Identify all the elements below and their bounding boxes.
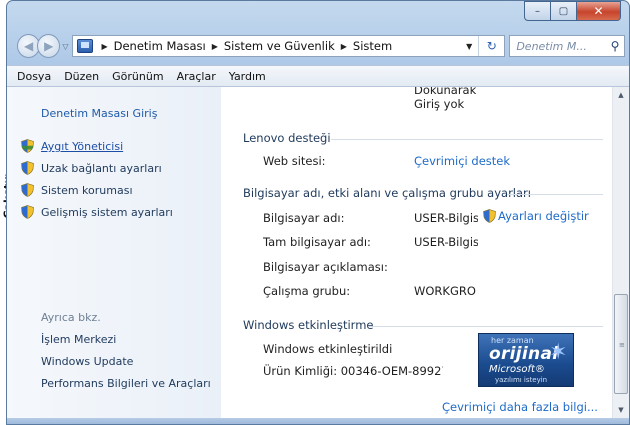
system-window: – ▢ ✕ ◀ ▶ ▽ ▶ Denetim Masası ▶ Sistem ve… <box>6 0 630 425</box>
support-section-title: Lenovo desteği <box>243 131 331 145</box>
close-button[interactable]: ✕ <box>577 1 621 21</box>
menu-tools[interactable]: Araçlar <box>177 70 216 83</box>
menu-edit[interactable]: Düzen <box>64 70 99 83</box>
badge-microsoft-text: Microsoft® <box>489 364 545 375</box>
sidebar-remote-settings[interactable]: Uzak bağlantı ayarları <box>41 162 162 175</box>
pen-touch-value-cut: Dokunarak <box>414 87 477 97</box>
menu-view[interactable]: Görünüm <box>112 70 163 83</box>
uac-shield-icon <box>483 209 496 223</box>
task-sidebar: Denetim Masası Giriş Aygıt Yöneticisi Uz… <box>7 87 221 418</box>
badge-main-text: orijinal <box>489 344 559 364</box>
sidebar-device-manager[interactable]: Aygıt Yöneticisi <box>41 140 123 153</box>
back-arrow-icon: ◀ <box>23 39 34 53</box>
change-settings-label: Ayarları değiştir <box>498 209 589 223</box>
search-placeholder: Denetim M... <box>516 39 587 53</box>
star-icon: ✶ <box>549 340 568 365</box>
computer-section-title: Bilgisayar adı, etki alanı ve çalışma gr… <box>243 186 531 200</box>
uac-shield-icon <box>21 139 34 153</box>
workgroup-value: WORKGRO <box>414 284 476 298</box>
control-panel-icon <box>77 39 94 53</box>
maximize-button[interactable]: ▢ <box>551 1 577 21</box>
menu-bar: Dosya Düzen Görünüm Araçlar Yardım <box>7 65 629 87</box>
forward-arrow-icon: ▶ <box>44 39 54 53</box>
menu-help[interactable]: Yardım <box>229 70 266 83</box>
system-details: Dokunarak Giriş yok Lenovo desteği Web s… <box>221 87 612 418</box>
scroll-thumb[interactable]: ≡ <box>614 294 628 394</box>
genuine-microsoft-badge[interactable]: her zaman orijinal Microsoft® yazılımı i… <box>478 333 574 387</box>
computer-name-value: USER-Bilgisa <box>414 211 478 225</box>
address-bar[interactable]: ▶ Denetim Masası ▶ Sistem ve Güvenlik ▶ … <box>72 35 506 57</box>
see-also-windows-update[interactable]: Windows Update <box>41 355 133 368</box>
navigation-bar: ◀ ▶ ▽ ▶ Denetim Masası ▶ Sistem ve Güven… <box>11 31 625 61</box>
sidebar-control-panel-home[interactable]: Denetim Masası Giriş <box>41 107 157 120</box>
refresh-button[interactable]: ↻ <box>478 36 504 56</box>
window-bottom-border <box>7 418 629 424</box>
sidebar-system-protection[interactable]: Sistem koruması <box>41 184 133 197</box>
vertical-scrollbar[interactable]: ▲ ≡ ▼ <box>612 87 629 418</box>
pen-touch-value: Giriş yok <box>414 97 465 111</box>
breadcrumb-system-security[interactable]: Sistem ve Güvenlik <box>224 39 335 53</box>
computer-description-label: Bilgisayar açıklaması: <box>263 260 388 274</box>
minimize-button[interactable]: – <box>524 1 551 21</box>
breadcrumb-control-panel[interactable]: Denetim Masası <box>114 39 206 53</box>
refresh-icon: ↻ <box>486 39 497 53</box>
content-area: Denetim Masası Giriş Aygıt Yöneticisi Uz… <box>7 87 629 418</box>
breadcrumb-separator[interactable]: ▶ <box>212 42 218 51</box>
address-dropdown-button[interactable]: ▼ <box>466 42 472 51</box>
computer-name-label: Bilgisayar adı: <box>263 211 345 225</box>
scroll-grip-icon: ≡ <box>619 341 625 349</box>
website-label: Web sitesi: <box>263 154 326 168</box>
see-also-heading: Ayrıca bkz. <box>41 311 101 324</box>
see-also-action-center[interactable]: İşlem Merkezi <box>41 333 116 346</box>
uac-shield-icon <box>21 161 34 175</box>
caption-buttons: – ▢ ✕ <box>524 1 621 21</box>
activation-status: Windows etkinleştirildi <box>263 342 393 356</box>
section-divider <box>369 326 603 327</box>
recent-pages-dropdown[interactable]: ▽ <box>62 42 68 51</box>
more-info-online-link[interactable]: Çevrimiçi daha fazla bilgi... <box>442 400 598 414</box>
breadcrumb-separator[interactable]: ▶ <box>341 42 347 51</box>
badge-sub-text: yazılımı isteyin <box>495 376 548 384</box>
sidebar-advanced-settings[interactable]: Gelişmiş sistem ayarları <box>41 206 173 219</box>
scroll-down-arrow-icon[interactable]: ▼ <box>613 402 629 418</box>
breadcrumb-system[interactable]: Sistem <box>353 39 392 53</box>
menu-file[interactable]: Dosya <box>17 70 51 83</box>
full-computer-name-label: Tam bilgisayar adı: <box>263 235 371 249</box>
see-also-performance-tools[interactable]: Performans Bilgileri ve Araçları <box>41 377 211 390</box>
change-settings-link[interactable]: Ayarları değiştir <box>483 209 589 223</box>
full-computer-name-value: USER-Bilgisa <box>414 235 478 249</box>
activation-section-title: Windows etkinleştirme <box>243 318 374 332</box>
online-support-link[interactable]: Çevrimiçi destek <box>414 154 510 168</box>
section-divider <box>331 139 603 140</box>
search-icon[interactable]: ⚲ <box>606 39 624 53</box>
uac-shield-icon <box>21 183 34 197</box>
forward-button[interactable]: ▶ <box>37 34 61 58</box>
product-id: Ürün Kimliği: 00346-OEM-899275 <box>263 364 443 378</box>
search-input[interactable]: Denetim M... ⚲ <box>509 35 625 57</box>
uac-shield-icon <box>21 205 34 219</box>
breadcrumb-separator[interactable]: ▶ <box>101 42 107 51</box>
section-divider <box>507 194 603 195</box>
workgroup-label: Çalışma grubu: <box>263 284 351 298</box>
scroll-up-arrow-icon[interactable]: ▲ <box>613 87 629 103</box>
